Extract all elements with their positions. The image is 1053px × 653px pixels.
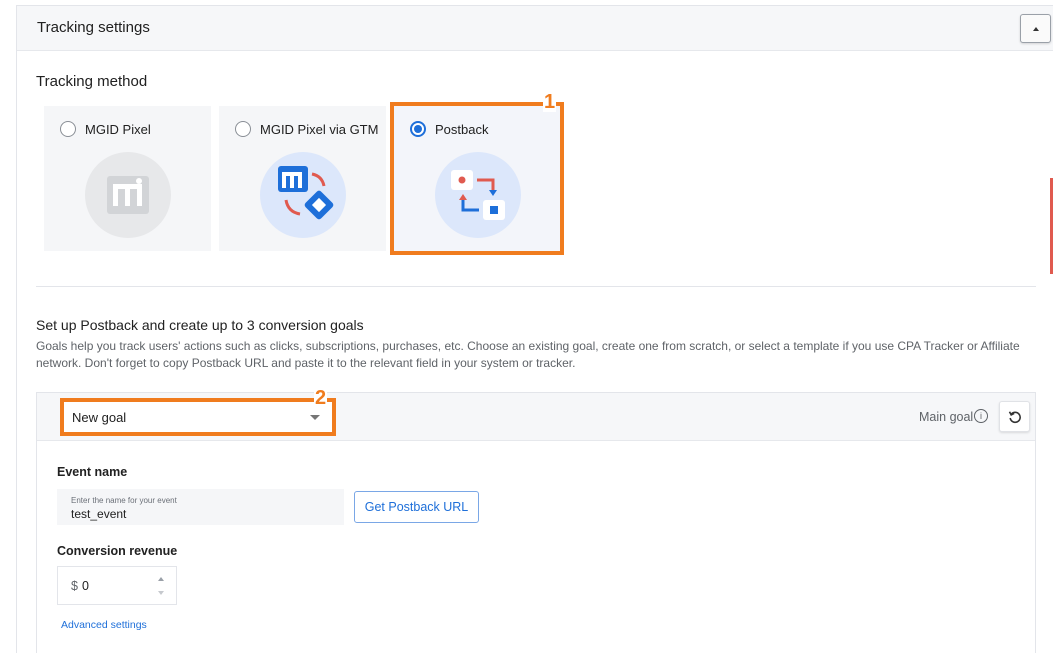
refresh-icon (1008, 411, 1021, 424)
caret-up-icon (1033, 27, 1039, 31)
section-divider (36, 286, 1036, 287)
event-name-placeholder: Enter the name for your event (71, 496, 177, 505)
advanced-settings-link[interactable]: Advanced settings (61, 619, 147, 631)
revenue-value: 0 (82, 579, 89, 593)
event-name-value: test_event (71, 507, 127, 521)
panel-header: Tracking settings (17, 6, 1053, 51)
event-name-label: Event name (57, 465, 128, 479)
option-label: MGID Pixel (85, 122, 151, 137)
annotation-number-1: 1 (543, 91, 557, 113)
goal-select-dropdown[interactable]: New goal (64, 402, 334, 432)
option-mgid-pixel[interactable]: MGID Pixel (44, 106, 211, 251)
postback-description: Goals help you track users' actions such… (36, 339, 1020, 370)
annotation-number-2: 2 (314, 387, 328, 409)
chevron-down-icon (310, 415, 320, 420)
event-name-input[interactable]: Enter the name for your event test_event (57, 489, 344, 525)
get-postback-url-button[interactable]: Get Postback URL (354, 491, 479, 523)
stepper-up-icon[interactable] (158, 577, 164, 581)
mgid-logo-icon (85, 152, 171, 238)
radio-mgid-pixel[interactable] (60, 121, 76, 137)
reset-goal-button[interactable] (999, 401, 1030, 432)
conversion-revenue-label: Conversion revenue (57, 544, 178, 558)
option-postback[interactable]: Postback (394, 106, 561, 251)
goal-header: New goal Main goal i (37, 393, 1035, 441)
main-goal-label: Main goal (919, 410, 974, 424)
tracking-method-title: Tracking method (36, 73, 148, 90)
currency-symbol: $ (71, 579, 78, 593)
goal-select-value: New goal (72, 410, 127, 425)
option-mgid-pixel-gtm[interactable]: MGID Pixel via GTM (219, 106, 386, 251)
postback-arrows-icon (435, 152, 521, 238)
mgid-gtm-icon (260, 152, 346, 238)
radio-postback[interactable] (410, 121, 426, 137)
option-label: MGID Pixel via GTM (260, 122, 379, 137)
info-icon[interactable]: i (974, 409, 988, 423)
panel-title: Tracking settings (37, 19, 150, 36)
radio-mgid-pixel-gtm[interactable] (235, 121, 251, 137)
postback-setup-title: Set up Postback and create up to 3 conve… (36, 317, 364, 333)
collapse-button[interactable] (1020, 14, 1051, 43)
revenue-stepper[interactable]: $ 0 (57, 566, 177, 605)
stepper-down-icon[interactable] (158, 591, 164, 595)
option-label: Postback (435, 122, 489, 137)
